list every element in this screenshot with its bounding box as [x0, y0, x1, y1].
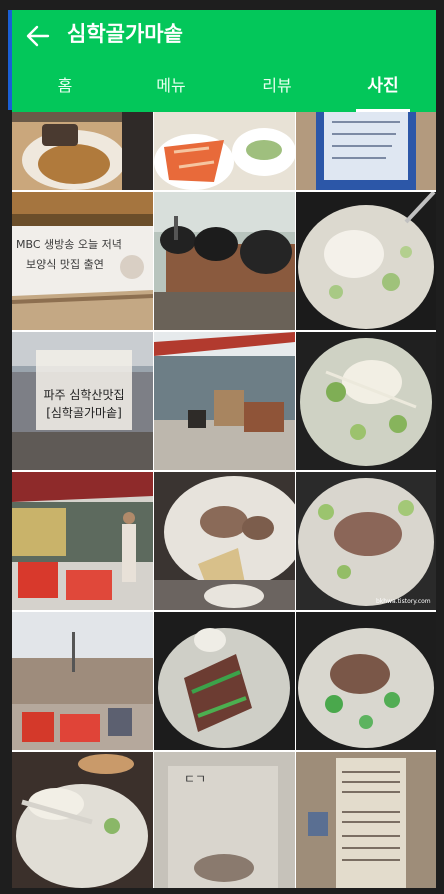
photo-thumbnail[interactable] — [12, 112, 153, 190]
tab-photos-label: 사진 — [367, 76, 399, 96]
photo-caption-text: 파주 심학산맛집 — [43, 388, 125, 402]
photo-thumbnail[interactable] — [296, 612, 436, 750]
photo-thumbnail[interactable] — [296, 192, 436, 330]
page-title: 심학골가마솥 — [67, 22, 183, 46]
photo-thumbnail[interactable] — [154, 112, 295, 190]
top-header: 심학골가마솥 — [12, 10, 436, 60]
photo-thumbnail[interactable] — [154, 192, 295, 330]
tab-bar: 홈 메뉴 리뷰 사진 — [12, 60, 436, 112]
tab-review[interactable]: 리뷰 — [224, 60, 330, 112]
tab-menu[interactable]: 메뉴 — [118, 60, 224, 112]
screen-frame: 심학골가마솥 홈 메뉴 리뷰 사진 MBC 생방송 오늘 저녁 보양식 맛집 출… — [0, 0, 444, 894]
photo-thumbnail[interactable]: ㄷㄱ — [154, 752, 295, 888]
photo-thumbnail[interactable]: 파주 심학산맛집 [심학골가마솥] — [12, 332, 153, 470]
photo-caption-text: [심학골가마솥] — [46, 406, 122, 420]
tab-home-label: 홈 — [57, 76, 73, 95]
photo-thumbnail[interactable] — [154, 612, 295, 750]
photo-thumbnail[interactable] — [296, 332, 436, 470]
photo-thumbnail[interactable]: MBC 생방송 오늘 저녁 보양식 맛집 출연 — [12, 192, 153, 330]
photo-grid: MBC 생방송 오늘 저녁 보양식 맛집 출연 파주 심학산맛집 [심학골가마솥… — [12, 112, 436, 888]
photo-watermark: bkhwa.tistory.com — [376, 598, 431, 605]
photo-thumbnail[interactable] — [12, 472, 153, 610]
arrow-left-icon — [26, 25, 50, 47]
photo-thumbnail[interactable] — [154, 472, 295, 610]
photo-thumbnail[interactable] — [12, 612, 153, 750]
photo-thumbnail[interactable] — [154, 332, 295, 470]
photo-sign-text: 보양식 맛집 출연 — [26, 258, 104, 271]
back-button[interactable] — [24, 22, 52, 50]
photo-handwriting: ㄷㄱ — [184, 772, 207, 786]
photo-thumbnail[interactable] — [296, 112, 436, 190]
photo-sign-text: MBC 생방송 오늘 저녁 — [16, 238, 122, 251]
app-view: 심학골가마솥 홈 메뉴 리뷰 사진 MBC 생방송 오늘 저녁 보양식 맛집 출… — [12, 10, 436, 888]
photo-thumbnail[interactable] — [12, 752, 153, 888]
photo-thumbnail[interactable] — [296, 752, 436, 888]
tab-menu-label: 메뉴 — [156, 76, 186, 95]
tab-review-label: 리뷰 — [262, 76, 292, 95]
tab-photos[interactable]: 사진 — [330, 60, 436, 112]
tab-home[interactable]: 홈 — [12, 60, 118, 112]
photo-thumbnail[interactable]: bkhwa.tistory.com — [296, 472, 436, 610]
